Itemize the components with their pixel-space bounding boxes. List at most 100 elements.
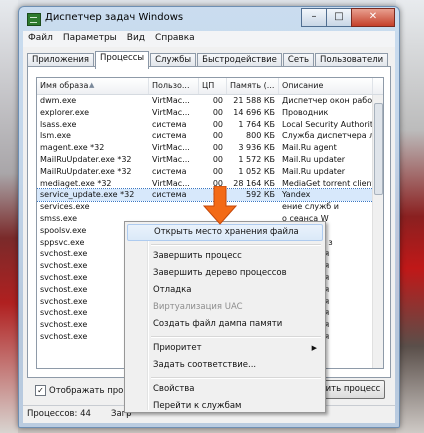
context-menu-item[interactable]: Завершить дерево процессов bbox=[127, 265, 323, 282]
menu-separator bbox=[151, 336, 321, 338]
context-menu-label: Приоритет bbox=[153, 343, 202, 353]
background-left bbox=[0, 0, 18, 433]
background-right bbox=[396, 0, 424, 433]
table-row[interactable]: lsass.exe система 00 1 764 КБ Local Security… bbox=[37, 119, 373, 131]
table-row[interactable]: MailRuUpdater.exe *32 VirtMac... 00 1 572 К… bbox=[37, 154, 373, 166]
process-description: Служба диспетчера л bbox=[282, 131, 373, 141]
process-description: Проводник bbox=[282, 107, 329, 117]
process-memory: 1 764 КБ bbox=[238, 119, 275, 129]
process-user: VirtMac... bbox=[152, 178, 190, 188]
process-name: services.exe bbox=[40, 202, 90, 212]
process-cpu: 00 bbox=[212, 166, 223, 176]
table-row[interactable]: lsm.exe система 00 800 КБ Служба диспетчера … bbox=[37, 130, 373, 142]
end-process-button[interactable]: ить процесс bbox=[321, 380, 385, 399]
context-menu-item[interactable]: Отладка bbox=[127, 282, 323, 299]
process-memory: 800 КБ bbox=[246, 131, 275, 141]
title-bar[interactable]: Диспетчер задач Windows – □ ✕ bbox=[19, 7, 399, 31]
column-cpu[interactable]: ЦП bbox=[199, 78, 227, 94]
process-name: magent.exe *32 bbox=[40, 143, 105, 153]
menu-view[interactable]: Вид bbox=[122, 31, 150, 43]
menu-bar: Файл Параметры Вид Справка bbox=[23, 31, 395, 47]
menu-separator bbox=[151, 244, 321, 246]
process-user: VirtMac... bbox=[152, 143, 190, 153]
context-menu-item[interactable]: Завершить процесс bbox=[127, 248, 323, 265]
context-menu-label: Свойства bbox=[153, 384, 195, 394]
process-memory: 1 572 КБ bbox=[238, 154, 275, 164]
table-row[interactable]: MailRuUpdater.exe *32 система 00 1 052 КБ Ma… bbox=[37, 166, 373, 178]
show-all-checkbox[interactable]: ✓ bbox=[35, 385, 46, 396]
context-menu-item[interactable]: Создать файл дампа памяти bbox=[127, 316, 323, 333]
process-cpu: 00 bbox=[212, 143, 223, 153]
scrollbar-thumb[interactable] bbox=[374, 103, 383, 195]
context-menu-item[interactable]: Открыть место хранения файла bbox=[127, 224, 323, 241]
process-cpu: 00 bbox=[212, 131, 223, 141]
menu-options[interactable]: Параметры bbox=[58, 31, 122, 43]
context-menu: Открыть место хранения файла Завершить пр… bbox=[124, 221, 326, 413]
tab-strip: Приложения Процессы Службы Быстродействи… bbox=[27, 51, 389, 69]
context-menu-label: Виртуализация UAC bbox=[153, 302, 243, 312]
context-menu-item[interactable]: Задать соответствие... bbox=[127, 357, 323, 374]
process-name: dwm.exe bbox=[40, 96, 77, 105]
process-user: VirtMac... bbox=[152, 107, 190, 117]
context-menu-label: Завершить дерево процессов bbox=[153, 268, 287, 278]
context-menu-item[interactable]: Свойства bbox=[127, 381, 323, 398]
process-user: система bbox=[152, 119, 187, 129]
table-row[interactable]: explorer.exe VirtMac... 00 14 696 КБ Проводн… bbox=[37, 107, 373, 119]
process-cpu: 00 bbox=[212, 107, 223, 117]
process-name: lsm.exe bbox=[40, 131, 71, 141]
process-name: MailRuUpdater.exe *32 bbox=[40, 166, 132, 176]
close-button[interactable]: ✕ bbox=[351, 8, 395, 27]
context-menu-item[interactable]: Перейти к службам bbox=[127, 398, 323, 415]
table-row[interactable]: magent.exe *32 VirtMac... 00 3 936 КБ Mail.R… bbox=[37, 142, 373, 154]
process-user: система bbox=[152, 131, 187, 141]
context-menu-label: Задать соответствие... bbox=[153, 360, 257, 370]
sort-up-icon: ▲ bbox=[89, 81, 95, 89]
process-description: ение служб и bbox=[282, 202, 339, 212]
process-description: Local Security Authorit bbox=[282, 119, 373, 129]
vertical-scrollbar[interactable] bbox=[372, 95, 383, 368]
process-description: Mail.Ru updater bbox=[282, 166, 346, 176]
window-title: Диспетчер задач Windows bbox=[45, 12, 184, 23]
column-header-row: Имя образа ▲ Пользо... ЦП Память (... Оп… bbox=[37, 78, 383, 95]
context-menu-label: Создать файл дампа памяти bbox=[153, 319, 283, 329]
column-user[interactable]: Пользо... bbox=[149, 78, 199, 94]
process-name: mediaget.exe *32 bbox=[40, 178, 112, 188]
tab-processes[interactable]: Процессы bbox=[95, 51, 150, 69]
column-image-name[interactable]: Имя образа ▲ bbox=[37, 78, 149, 94]
column-description[interactable]: Описание bbox=[279, 78, 373, 94]
process-memory: 21 588 КБ bbox=[233, 96, 275, 105]
process-name: lsass.exe bbox=[40, 119, 77, 129]
minimize-button[interactable]: – bbox=[301, 8, 327, 27]
context-menu-label: Завершить процесс bbox=[153, 251, 242, 261]
menu-help[interactable]: Справка bbox=[150, 31, 200, 43]
menu-file[interactable]: Файл bbox=[23, 31, 58, 43]
chevron-right-icon: ▶ bbox=[311, 344, 317, 352]
column-memory[interactable]: Память (... bbox=[227, 78, 279, 94]
process-memory: 1 052 КБ bbox=[238, 166, 275, 176]
process-name: MailRuUpdater.exe *32 bbox=[40, 154, 132, 164]
orange-arrow-icon bbox=[202, 186, 238, 225]
context-menu-item: Виртуализация UAC bbox=[127, 299, 323, 316]
process-user: система bbox=[152, 190, 187, 200]
process-user: VirtMac... bbox=[152, 96, 190, 105]
context-menu-item[interactable]: Приоритет ▶ bbox=[127, 340, 323, 357]
maximize-button[interactable]: □ bbox=[326, 8, 352, 27]
process-user: VirtMac... bbox=[152, 154, 190, 164]
table-row[interactable]: dwm.exe VirtMac... 00 21 588 КБ Диспетчер ок… bbox=[37, 95, 373, 107]
process-description: Диспетчер окон рабо bbox=[282, 96, 373, 105]
process-memory: 14 696 КБ bbox=[233, 107, 275, 117]
context-menu-label: Отладка bbox=[153, 285, 192, 295]
process-user bbox=[149, 201, 199, 213]
process-cpu: 00 bbox=[212, 154, 223, 164]
process-count: Процессов: 44 bbox=[27, 409, 91, 419]
process-memory: 3 936 КБ bbox=[238, 143, 275, 153]
task-manager-icon bbox=[27, 13, 41, 26]
process-name: service_update.exe *32 bbox=[40, 190, 135, 200]
process-cpu: 00 bbox=[212, 119, 223, 129]
process-cpu: 00 bbox=[212, 96, 223, 105]
process-user: система bbox=[152, 166, 187, 176]
context-menu-label: Перейти к службам bbox=[153, 401, 242, 411]
process-description: Yandex bbox=[282, 190, 311, 200]
process-description: MediaGet torrent client bbox=[282, 178, 373, 188]
process-description: Mail.Ru updater bbox=[282, 154, 346, 164]
